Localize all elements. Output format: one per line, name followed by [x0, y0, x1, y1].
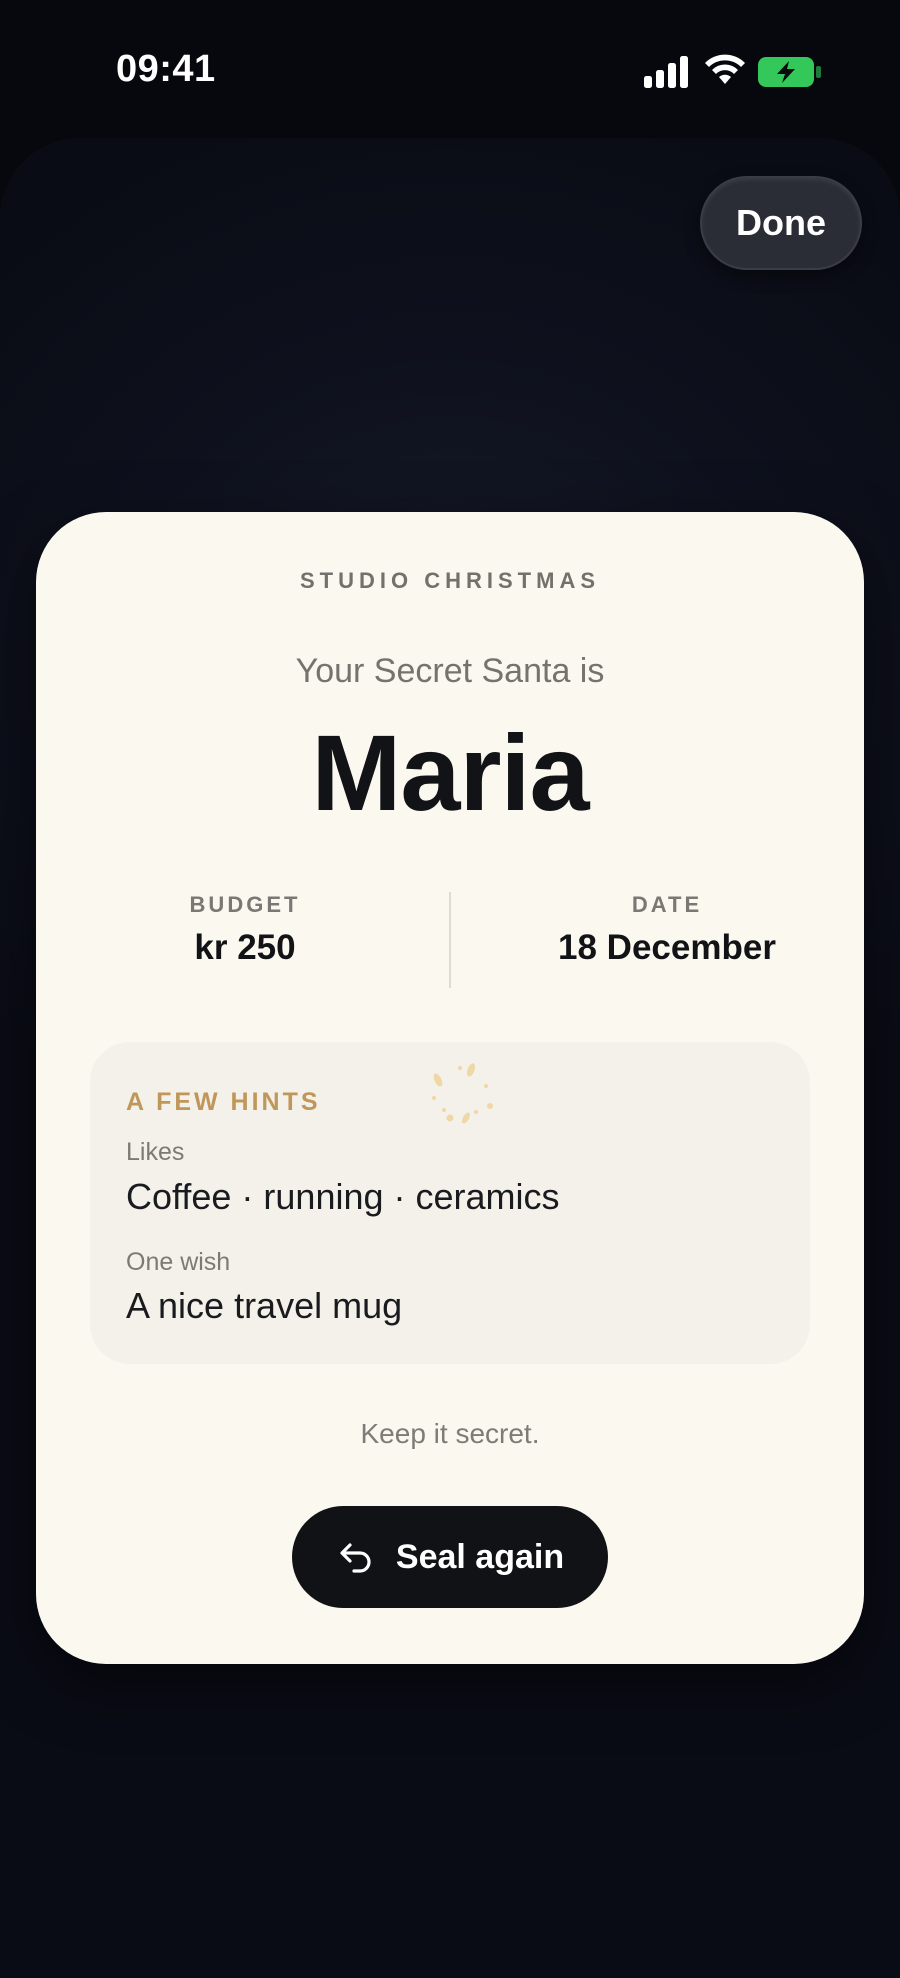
hints-panel: A FEW HINTS Likes Coffee · running · cer… — [90, 1042, 810, 1364]
status-bar: 09:41 — [0, 0, 900, 140]
wifi-icon — [705, 54, 745, 84]
battery-charging-icon — [758, 57, 821, 87]
signal-icon — [644, 56, 688, 88]
seal-again-label: Seal again — [395, 1537, 565, 1576]
event-name: STUDIO CHRISTMAS — [300, 568, 600, 593]
status-time: 09:41 — [116, 48, 216, 90]
card-subtitle: Your Secret Santa is — [295, 652, 605, 690]
date-block: DATE 18 December — [482, 892, 852, 968]
hint-value-wish: A nice travel mug — [126, 1285, 403, 1326]
hints-title: A FEW HINTS — [126, 1088, 321, 1116]
info-row: BUDGET kr 250 DATE 18 December — [36, 892, 864, 1002]
seal-again-button[interactable]: Seal again — [292, 1506, 608, 1608]
budget-block: BUDGET kr 250 — [100, 892, 390, 968]
undo-arrow-icon — [340, 1543, 371, 1573]
sparkle-icon — [432, 1063, 493, 1124]
date-label: DATE — [631, 892, 703, 917]
keep-secret-note: Keep it secret. — [360, 1418, 540, 1449]
date-value: 18 December — [558, 928, 776, 967]
recipient-name: Maria — [311, 712, 589, 833]
secret-santa-card: STUDIO CHRISTMAS Your Secret Santa is Ma… — [36, 512, 864, 1664]
hint-label-likes: Likes — [126, 1138, 185, 1166]
done-button[interactable]: Done — [700, 176, 862, 270]
info-divider — [449, 892, 451, 988]
budget-value: kr 250 — [194, 928, 296, 967]
budget-label: BUDGET — [189, 892, 301, 917]
hint-value-likes: Coffee · running · ceramics — [126, 1176, 560, 1217]
hint-label-wish: One wish — [126, 1248, 231, 1276]
